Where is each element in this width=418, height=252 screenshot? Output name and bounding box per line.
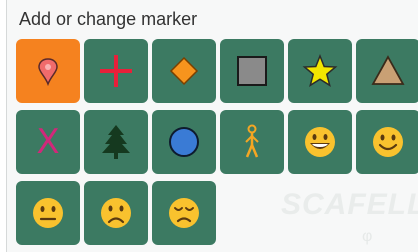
marker-square-button[interactable]: [220, 39, 284, 103]
marker-pin-button[interactable]: [16, 39, 80, 103]
marker-smile-button[interactable]: [356, 110, 418, 174]
frowning-face-icon: [101, 198, 131, 228]
marker-diamond-button[interactable]: [152, 39, 216, 103]
circle-icon: [169, 127, 199, 157]
marker-grid: X: [16, 39, 418, 245]
marker-cross-button[interactable]: [84, 39, 148, 103]
marker-frown-button[interactable]: [84, 181, 148, 245]
grinning-face-icon: [305, 127, 335, 157]
marker-walker-button[interactable]: [220, 110, 284, 174]
diamond-icon: [169, 56, 199, 86]
marker-sad-button[interactable]: [152, 181, 216, 245]
walker-icon: [245, 124, 259, 158]
marker-grin-button[interactable]: [288, 110, 352, 174]
square-icon: [237, 56, 267, 86]
sad-face-icon: [169, 198, 199, 228]
smiling-face-icon: [373, 127, 403, 157]
marker-neutral-button[interactable]: [16, 181, 80, 245]
neutral-face-icon: [33, 198, 63, 228]
plus-icon: [100, 55, 132, 87]
triangle-icon: [371, 55, 405, 85]
marker-tree-button[interactable]: [84, 110, 148, 174]
marker-star-button[interactable]: [288, 39, 352, 103]
marker-x-button[interactable]: X: [16, 110, 80, 174]
star-icon: [302, 53, 338, 87]
tree-icon: [102, 125, 130, 159]
panel-title: Add or change marker: [19, 9, 198, 29]
marker-triangle-button[interactable]: [356, 39, 418, 103]
x-icon: X: [36, 122, 60, 162]
marker-circle-button[interactable]: [152, 110, 216, 174]
pin-icon: [38, 58, 58, 87]
